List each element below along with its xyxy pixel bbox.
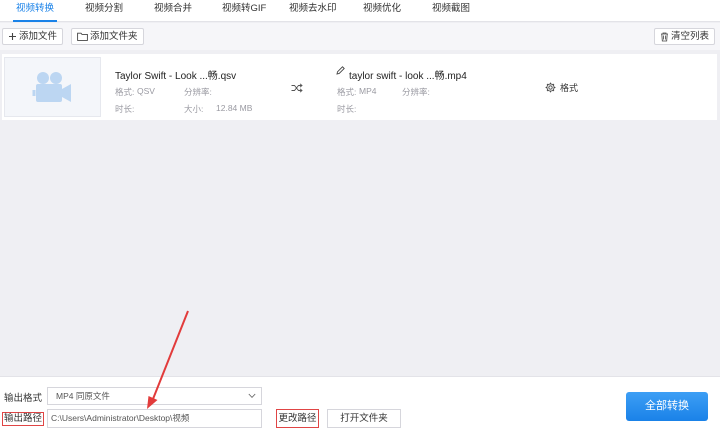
output-file-name[interactable]: taylor swift - look ...畅.mp4	[349, 67, 467, 82]
chevron-down-icon	[248, 393, 256, 399]
tab-video-merge[interactable]: 视频合并	[154, 0, 192, 22]
tab-video-split[interactable]: 视频分割	[85, 0, 123, 22]
output-path-input[interactable]: C:\Users\Administrator\Desktop\视频	[47, 409, 262, 428]
source-size-label: 大小:	[184, 104, 204, 114]
clear-list-button[interactable]: 清空列表	[654, 28, 716, 45]
output-format-label: 输出格式	[4, 393, 43, 404]
tab-video-screenshot[interactable]: 视频截图	[432, 0, 470, 22]
format-settings-button[interactable]: 格式	[545, 81, 578, 94]
output-resolution-label: 分辨率:	[402, 87, 430, 97]
video-camera-icon	[32, 72, 71, 102]
add-folder-button[interactable]: 添加文件夹	[71, 28, 144, 45]
folder-icon	[77, 32, 88, 41]
source-size-value: 12.84 MB	[216, 103, 253, 113]
trash-icon	[661, 32, 668, 41]
tab-video-optimize[interactable]: 视频优化	[363, 0, 401, 22]
file-row[interactable]: Taylor Swift - Look ...畅.qsv 格式: QSV 分辨率…	[2, 54, 717, 120]
output-format-value: MP4 同原文件	[56, 391, 110, 401]
tab-video-to-gif[interactable]: 视频转GIF	[222, 0, 266, 22]
add-file-label: 添加文件	[19, 31, 58, 42]
add-folder-label: 添加文件夹	[90, 31, 138, 42]
source-format-value: QSV	[137, 86, 155, 96]
toolbar: 添加文件 添加文件夹 清空列表	[0, 23, 720, 50]
output-duration-label: 时长:	[337, 104, 357, 114]
add-file-button[interactable]: 添加文件	[2, 28, 64, 45]
tab-video-watermark-remove[interactable]: 视频去水印	[289, 0, 337, 22]
output-settings-panel: 输出格式 MP4 同原文件 输出路径 C:\Users\Administrato…	[0, 376, 720, 435]
output-format-select[interactable]: MP4 同原文件	[47, 387, 262, 405]
change-path-button[interactable]: 更改路径	[276, 409, 319, 428]
source-format-label: 格式:	[115, 87, 135, 97]
output-format-label: 格式:	[337, 87, 357, 97]
video-thumbnail	[4, 57, 101, 117]
convert-arrow-icon	[291, 83, 303, 93]
source-file-name: Taylor Swift - Look ...畅.qsv	[115, 71, 237, 82]
file-list: Taylor Swift - Look ...畅.qsv 格式: QSV 分辨率…	[0, 50, 720, 376]
rename-pencil-icon[interactable]	[336, 66, 345, 75]
format-settings-label: 格式	[560, 83, 579, 93]
source-duration-label: 时长:	[115, 104, 135, 114]
plus-icon	[9, 33, 16, 40]
tab-bar: 视频转换 视频分割 视频合并 视频转GIF 视频去水印 视频优化 视频截图	[0, 0, 720, 22]
output-path-label: 输出路径	[2, 412, 45, 426]
gear-icon	[545, 82, 556, 93]
open-folder-button[interactable]: 打开文件夹	[327, 409, 401, 428]
convert-all-button[interactable]: 全部转换	[626, 392, 708, 421]
output-format-value: MP4	[359, 86, 377, 96]
tab-video-convert[interactable]: 视频转换	[12, 0, 58, 22]
source-resolution-label: 分辨率:	[184, 87, 212, 97]
clear-list-label: 清空列表	[671, 31, 710, 42]
